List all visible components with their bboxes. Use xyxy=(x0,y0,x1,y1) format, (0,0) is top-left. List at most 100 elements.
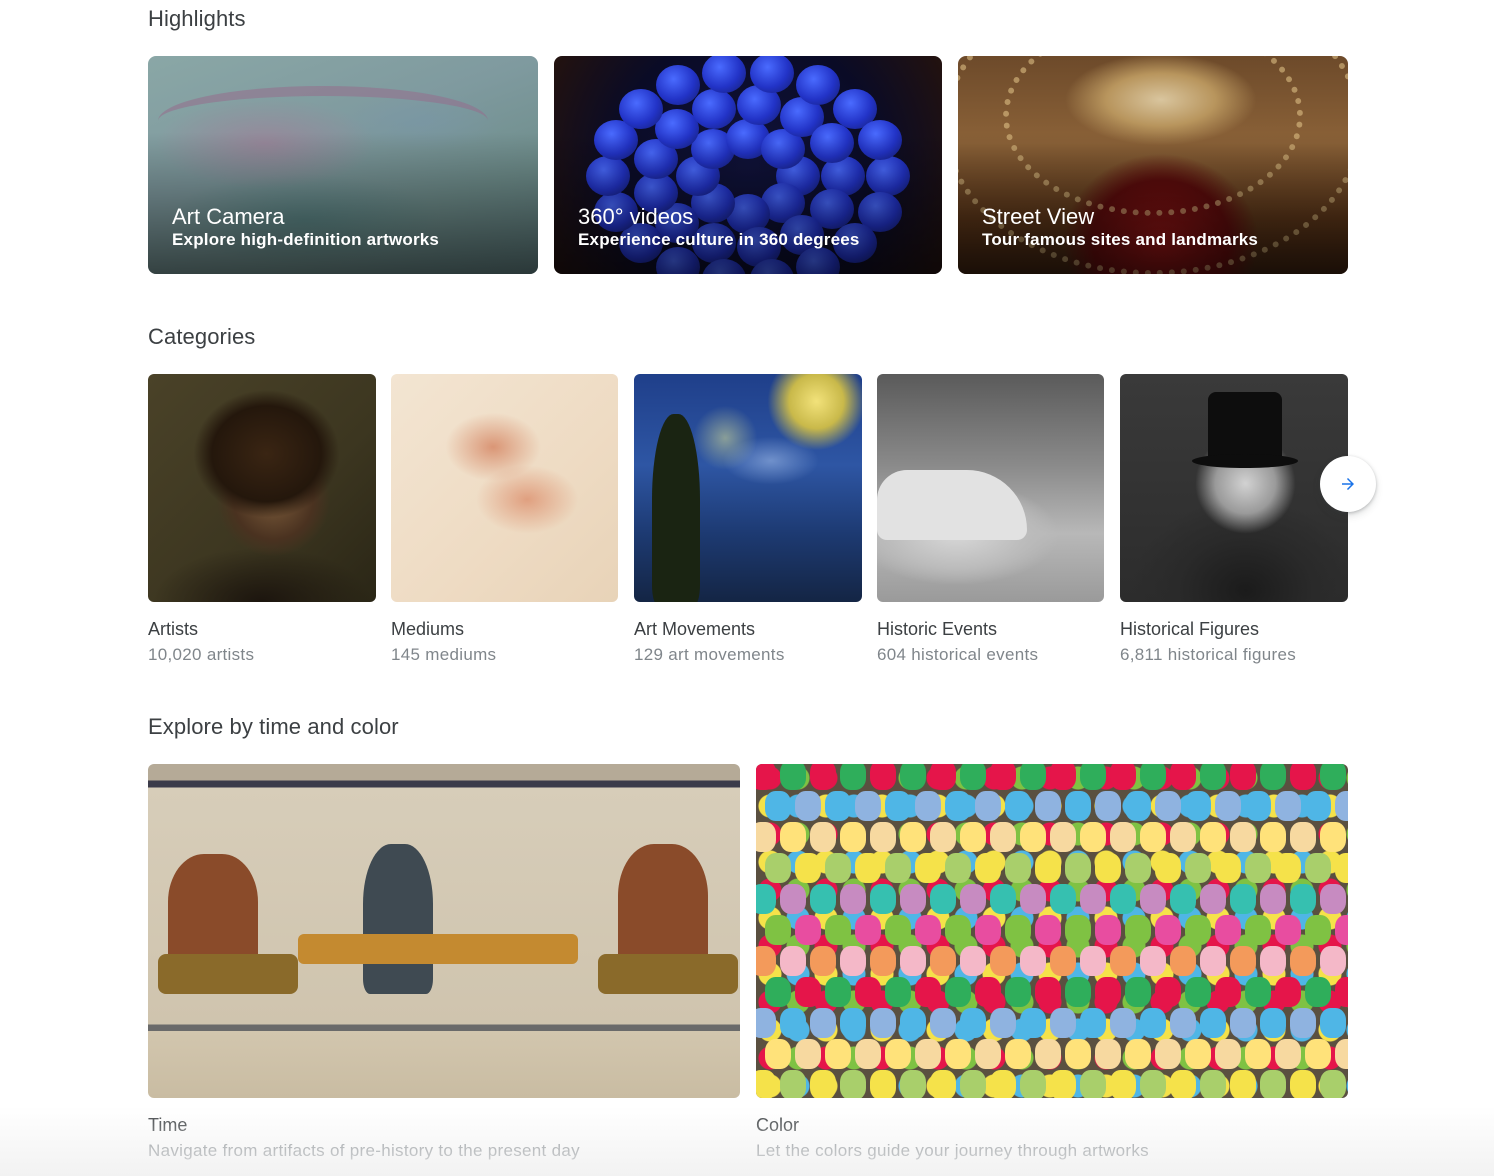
color-tile-shape xyxy=(1245,853,1271,883)
color-tile-shape xyxy=(1275,915,1301,945)
category-name: Artists xyxy=(148,619,199,639)
color-tile-shape xyxy=(1050,884,1076,914)
artists-image xyxy=(148,374,376,602)
color-tile-shape xyxy=(840,946,866,976)
color-tile-shape xyxy=(1200,822,1226,852)
color-tile-shape xyxy=(1335,915,1348,945)
color-tile-shape xyxy=(1035,853,1061,883)
category-card-mediums[interactable]: Mediums 145 mediums xyxy=(391,374,618,665)
hat-brim-shape xyxy=(1192,454,1298,468)
highlight-card-street-view[interactable]: Street View Tour famous sites and landma… xyxy=(958,56,1348,274)
color-tile-shape xyxy=(1005,915,1031,945)
color-tile-shape xyxy=(945,915,971,945)
color-tile-shape xyxy=(1290,884,1316,914)
color-tile-shape xyxy=(1260,946,1286,976)
category-card-art-movements[interactable]: Art Movements 129 art movements xyxy=(634,374,862,665)
color-tile-shape xyxy=(810,764,836,790)
color-tile-shape xyxy=(1155,977,1181,1007)
explore-card-color[interactable]: Color Let the colors guide your journey … xyxy=(756,764,1348,1161)
color-tile-shape xyxy=(870,884,896,914)
color-tile-shape xyxy=(1095,791,1121,821)
category-card-historic-events[interactable]: Historic Events 604 historical events xyxy=(877,374,1104,665)
color-tile-shape xyxy=(1125,791,1151,821)
color-tile-shape xyxy=(756,1070,776,1098)
highlight-card-360-videos[interactable]: 360° videos Experience culture in 360 de… xyxy=(554,56,942,274)
color-tile-shape xyxy=(756,1008,776,1038)
color-tile-shape xyxy=(1020,822,1046,852)
color-tile-shape xyxy=(1005,853,1031,883)
color-tile-shape xyxy=(855,791,881,821)
color-tile-shape xyxy=(1005,791,1031,821)
mediums-image xyxy=(391,374,618,602)
color-tile-shape xyxy=(930,1070,956,1098)
color-tile-shape xyxy=(885,791,911,821)
color-tile-shape xyxy=(1335,977,1348,1007)
color-tile-shape xyxy=(930,822,956,852)
color-tile-shape xyxy=(1170,822,1196,852)
categories-next-button[interactable] xyxy=(1320,456,1376,512)
color-tile-shape xyxy=(1200,764,1226,790)
color-tile-shape xyxy=(1290,946,1316,976)
color-tile-shape xyxy=(1155,915,1181,945)
color-tile-shape xyxy=(1305,1039,1331,1069)
color-tile-shape xyxy=(1020,946,1046,976)
color-tile-shape xyxy=(975,853,1001,883)
color-tile-shape xyxy=(1080,1070,1106,1098)
color-tile-shape xyxy=(900,946,926,976)
color-tile-shape xyxy=(1200,946,1226,976)
color-tile-shape xyxy=(1155,1039,1181,1069)
color-tile-shape xyxy=(870,764,896,790)
cypress-tree-shape xyxy=(652,414,700,602)
color-tile-shape xyxy=(1185,915,1211,945)
color-tile-shape xyxy=(1320,764,1346,790)
explore-card-time[interactable]: Time Navigate from artifacts of pre-hist… xyxy=(148,764,740,1161)
color-tile-shape xyxy=(780,1070,806,1098)
color-tile-shape xyxy=(1215,1039,1241,1069)
color-tile-shape xyxy=(960,946,986,976)
category-name: Historical Figures xyxy=(1120,619,1260,639)
color-tile-shape xyxy=(1035,977,1061,1007)
color-tile-shape xyxy=(1170,946,1196,976)
color-tile-shape xyxy=(1290,1008,1316,1038)
category-card-artists[interactable]: Artists 10,020 artists xyxy=(148,374,376,665)
color-tile-shape xyxy=(780,764,806,790)
color-tile-shape xyxy=(1170,1008,1196,1038)
color-tile-shape xyxy=(1170,1070,1196,1098)
category-name: Mediums xyxy=(391,619,465,639)
color-tile-shape xyxy=(1035,791,1061,821)
color-tile-shape xyxy=(915,1039,941,1069)
color-tile-shape xyxy=(915,853,941,883)
color-tile-shape xyxy=(1155,791,1181,821)
bed-shape xyxy=(298,934,578,964)
color-tile-shape xyxy=(1125,977,1151,1007)
color-tile-shape xyxy=(780,946,806,976)
highlight-title: Street View xyxy=(982,204,1095,229)
color-tile-shape xyxy=(1305,853,1331,883)
color-tile-shape xyxy=(1020,1008,1046,1038)
color-tile-shape xyxy=(1200,884,1226,914)
color-tile-shape xyxy=(1290,764,1316,790)
color-tile-shape xyxy=(855,1039,881,1069)
color-tile-shape xyxy=(870,946,896,976)
color-tile-shape xyxy=(795,977,821,1007)
highlight-card-art-camera[interactable]: Art Camera Explore high-definition artwo… xyxy=(148,56,538,274)
color-tile-shape xyxy=(1275,1039,1301,1069)
color-tile-shape xyxy=(1275,791,1301,821)
color-tile-shape xyxy=(795,1039,821,1069)
color-tile-shape xyxy=(1260,764,1286,790)
color-tile-shape xyxy=(840,822,866,852)
category-card-historical-figures[interactable]: Historical Figures 6,811 historical figu… xyxy=(1120,374,1348,665)
color-tile-shape xyxy=(1335,791,1348,821)
color-tile-shape xyxy=(990,884,1016,914)
color-tile-shape xyxy=(780,1008,806,1038)
color-tile-shape xyxy=(1305,977,1331,1007)
color-tile-shape xyxy=(885,1039,911,1069)
color-tile-shape xyxy=(1005,1039,1031,1069)
color-tile-shape xyxy=(1230,1008,1256,1038)
category-name: Art Movements xyxy=(634,619,756,639)
color-tile-shape xyxy=(930,764,956,790)
color-tile-shape xyxy=(780,822,806,852)
color-tile-shape xyxy=(885,853,911,883)
color-tile-shape xyxy=(915,977,941,1007)
color-tile-shape xyxy=(1005,977,1031,1007)
